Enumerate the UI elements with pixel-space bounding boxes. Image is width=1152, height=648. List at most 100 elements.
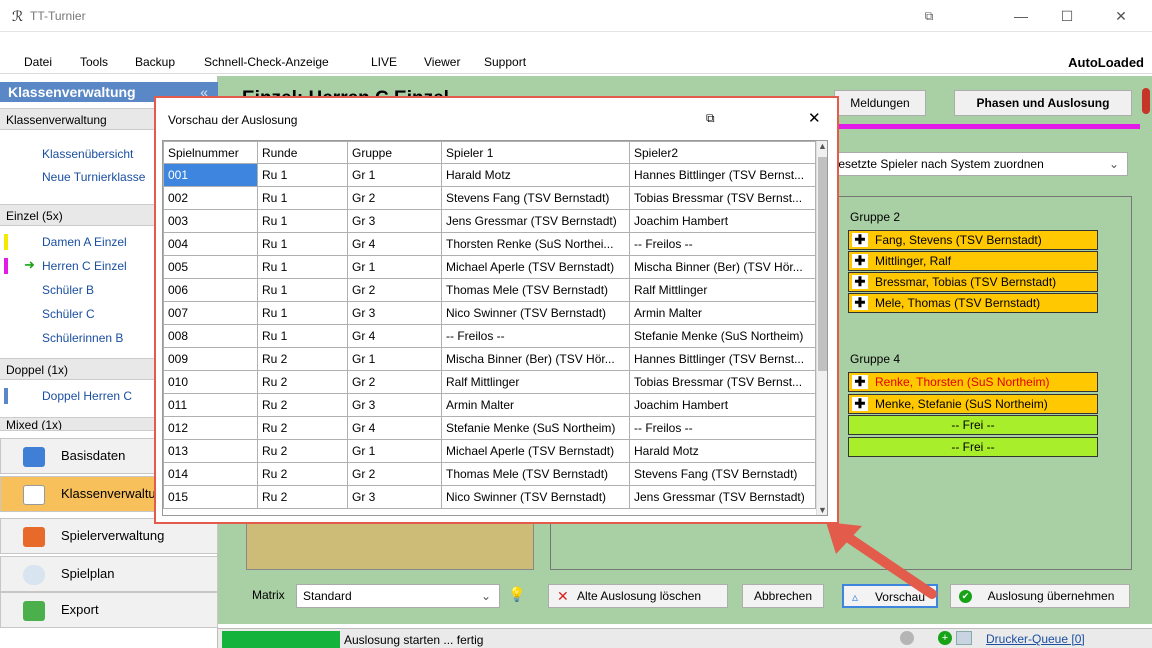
frei-slot[interactable]: -- Frei -- — [848, 415, 1098, 435]
cell[interactable]: Thomas Mele (TSV Bernstadt) — [441, 462, 630, 486]
table-row[interactable]: 003 Ru 1 Gr 3 Jens Gressmar (TSV Bernstadt)… — [163, 209, 816, 233]
cell[interactable]: Jens Gressmar (TSV Bernstadt) — [629, 485, 816, 509]
table-row[interactable]: 014 Ru 2 Gr 2 Thomas Mele (TSV Bernstadt) St… — [163, 462, 816, 486]
cell[interactable]: Stevens Fang (TSV Bernstadt) — [441, 186, 630, 210]
sidebar-item-doppel-herren[interactable]: Doppel Herren C — [42, 389, 132, 403]
cell[interactable]: Thorsten Renke (SuS Northei... — [441, 232, 630, 256]
cell[interactable]: Armin Malter — [441, 393, 630, 417]
restore-icon[interactable]: ⧉ — [906, 0, 952, 32]
cell[interactable]: Harald Motz — [629, 439, 816, 463]
table-row[interactable]: 001 Ru 1 Gr 1 Harald Motz Hannes Bittlinger … — [163, 163, 816, 187]
link-klassenuebersicht[interactable]: Klassenübersicht — [42, 147, 133, 161]
cell[interactable]: 008 — [163, 324, 258, 348]
apply-draw-button[interactable]: ✔ Auslosung übernehmen — [950, 584, 1130, 608]
column-header[interactable]: Spieler 1 — [441, 141, 630, 164]
sidebar-item-schueler-c[interactable]: Schüler C — [42, 307, 95, 321]
cell[interactable]: Gr 4 — [347, 232, 442, 256]
menu-schnell-check[interactable]: Schnell-Check-Anzeige — [204, 55, 329, 69]
cell[interactable]: Stefanie Menke (SuS Northeim) — [629, 324, 816, 348]
tab-phasen-und-auslosung[interactable]: Phasen und Auslosung — [954, 90, 1132, 116]
cell[interactable]: Ru 1 — [257, 324, 348, 348]
cell[interactable]: Joachim Hambert — [629, 393, 816, 417]
cell[interactable]: Ru 1 — [257, 163, 348, 187]
table-row[interactable]: 007 Ru 1 Gr 3 Nico Swinner (TSV Bernstadt) A… — [163, 301, 816, 325]
group2-player[interactable]: ✚ Mittlinger, Ralf — [848, 251, 1098, 271]
cell[interactable]: 015 — [163, 485, 258, 509]
table-row[interactable]: 011 Ru 2 Gr 3 Armin Malter Joachim Hambert — [163, 393, 816, 417]
cell[interactable]: 007 — [163, 301, 258, 325]
table-row[interactable]: 005 Ru 1 Gr 1 Michael Aperle (TSV Bernstadt… — [163, 255, 816, 279]
scroll-down-icon[interactable]: ▼ — [818, 505, 827, 515]
minimize-button[interactable]: — — [998, 0, 1044, 32]
cell[interactable]: Gr 1 — [347, 439, 442, 463]
cell[interactable]: Ru 2 — [257, 485, 348, 509]
lightbulb-icon[interactable]: 💡 — [508, 586, 525, 603]
cell[interactable]: Ru 2 — [257, 393, 348, 417]
cell[interactable]: 003 — [163, 209, 258, 233]
cell[interactable]: 010 — [163, 370, 258, 394]
cell[interactable]: 006 — [163, 278, 258, 302]
cell[interactable]: Gr 2 — [347, 462, 442, 486]
delete-draw-button[interactable]: ✕ Alte Auslosung löschen — [548, 584, 728, 608]
menu-backup[interactable]: Backup — [135, 55, 175, 69]
cell[interactable]: Hannes Bittlinger (TSV Bernst... — [629, 347, 816, 371]
cell[interactable]: 009 — [163, 347, 258, 371]
nav-export[interactable]: Export — [0, 592, 218, 628]
menu-tools[interactable]: Tools — [80, 55, 108, 69]
cell[interactable]: Stefanie Menke (SuS Northeim) — [441, 416, 630, 440]
group2-player[interactable]: ✚ Mele, Thomas (TSV Bernstadt) — [848, 293, 1098, 313]
sidebar-item-schueler-b[interactable]: Schüler B — [42, 283, 94, 297]
cell[interactable]: Jens Gressmar (TSV Bernstadt) — [441, 209, 630, 233]
column-header[interactable]: Spielnummer — [163, 141, 258, 164]
cell[interactable]: Ru 1 — [257, 232, 348, 256]
sidebar-item-schuelerinnen-b[interactable]: Schülerinnen B — [42, 331, 123, 345]
table-row[interactable]: 010 Ru 2 Gr 2 Ralf Mittlinger Tobias Bressma… — [163, 370, 816, 394]
cell[interactable]: Ru 2 — [257, 347, 348, 371]
cell[interactable]: Gr 3 — [347, 209, 442, 233]
cell[interactable]: Hannes Bittlinger (TSV Bernst... — [629, 163, 816, 187]
cell[interactable]: Ru 1 — [257, 278, 348, 302]
scroll-up-icon[interactable]: ▲ — [818, 141, 827, 151]
menu-support[interactable]: Support — [484, 55, 526, 69]
tab-meldungen[interactable]: Meldungen — [834, 90, 926, 116]
add-icon[interactable]: + — [938, 631, 952, 645]
menu-live[interactable]: LIVE — [371, 55, 397, 69]
cell[interactable]: Michael Aperle (TSV Bernstadt) — [441, 439, 630, 463]
cell[interactable]: Gr 1 — [347, 347, 442, 371]
table-row[interactable]: 009 Ru 2 Gr 1 Mischa Binner (Ber) (TSV Hör.… — [163, 347, 816, 371]
link-neue-turnierklasse[interactable]: Neue Turnierklasse — [42, 170, 145, 184]
cell[interactable]: Gr 1 — [347, 255, 442, 279]
table-row[interactable]: 012 Ru 2 Gr 4 Stefanie Menke (SuS Northeim)… — [163, 416, 816, 440]
close-button[interactable]: ✕ — [1098, 0, 1144, 32]
cell[interactable]: 002 — [163, 186, 258, 210]
frei-slot[interactable]: -- Frei -- — [848, 437, 1098, 457]
cell[interactable]: Mischa Binner (Ber) (TSV Hör... — [629, 255, 816, 279]
dialog-close-icon[interactable]: ✕ — [808, 109, 821, 127]
cell[interactable]: Ru 2 — [257, 370, 348, 394]
cell[interactable]: Gr 3 — [347, 485, 442, 509]
table-row[interactable]: 015 Ru 2 Gr 3 Nico Swinner (TSV Bernstadt) J… — [163, 485, 816, 509]
cell[interactable]: 014 — [163, 462, 258, 486]
cell[interactable]: 005 — [163, 255, 258, 279]
cell[interactable]: Tobias Bressmar (TSV Bernst... — [629, 186, 816, 210]
cell[interactable]: Gr 2 — [347, 186, 442, 210]
cell[interactable]: Ralf Mittlinger — [441, 370, 630, 394]
menu-viewer[interactable]: Viewer — [424, 55, 460, 69]
sidebar-item-damen-a[interactable]: Damen A Einzel — [42, 235, 127, 249]
cell[interactable]: Nico Swinner (TSV Bernstadt) — [441, 301, 630, 325]
group4-player[interactable]: ✚ Menke, Stefanie (SuS Northeim) — [848, 394, 1098, 414]
sidebar-item-herren-c[interactable]: Herren C Einzel — [42, 259, 127, 273]
dialog-restore-icon[interactable]: ⧉ — [706, 111, 715, 126]
scroll-thumb[interactable] — [818, 157, 827, 371]
group4-player[interactable]: ✚ Renke, Thorsten (SuS Northeim) — [848, 372, 1098, 392]
cell[interactable]: Gr 3 — [347, 393, 442, 417]
cell[interactable]: Mischa Binner (Ber) (TSV Hör... — [441, 347, 630, 371]
table-row[interactable]: 006 Ru 1 Gr 2 Thomas Mele (TSV Bernstadt) Ra… — [163, 278, 816, 302]
cell[interactable]: Ru 2 — [257, 462, 348, 486]
system-dropdown[interactable]: Gesetzte Spieler nach System zuordnen ⌄ — [822, 152, 1128, 176]
menu-datei[interactable]: Datei — [24, 55, 52, 69]
cell[interactable]: Gr 2 — [347, 278, 442, 302]
cell[interactable]: Ru 1 — [257, 209, 348, 233]
cell[interactable]: Harald Motz — [441, 163, 630, 187]
table-row[interactable]: 002 Ru 1 Gr 2 Stevens Fang (TSV Bernstadt) T… — [163, 186, 816, 210]
